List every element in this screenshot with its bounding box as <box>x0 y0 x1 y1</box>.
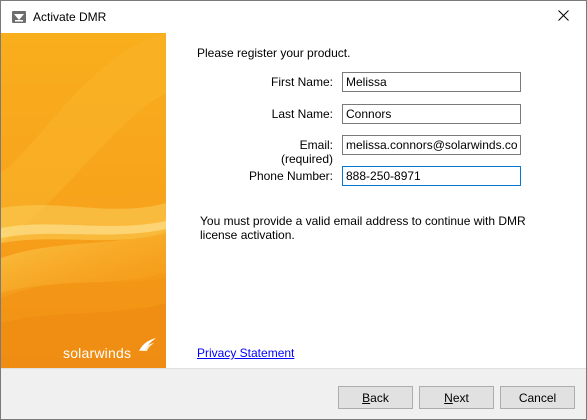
email-notice-text: You must provide a valid email address t… <box>200 214 526 242</box>
close-icon <box>557 9 569 24</box>
cancel-label: Cancel <box>518 390 557 405</box>
next-mnemonic: N <box>444 390 453 405</box>
app-icon <box>11 9 27 25</box>
button-bar: Back Next Cancel <box>1 368 586 419</box>
window-title: Activate DMR <box>33 10 107 24</box>
email-label: Email: <box>299 138 333 152</box>
brand-side-panel: solarwinds <box>1 33 166 368</box>
activate-dmr-dialog: Activate DMR solarwinds Please register … <box>0 0 587 420</box>
intro-text: Please register your product. <box>197 46 351 60</box>
back-mnemonic: B <box>362 390 371 405</box>
cancel-button[interactable]: Cancel <box>500 386 575 409</box>
first-name-field[interactable] <box>342 72 521 92</box>
first-name-label: First Name: <box>270 75 333 89</box>
back-button[interactable]: Back <box>338 386 413 409</box>
registration-form: Please register your product. First Name… <box>166 33 586 368</box>
email-field[interactable] <box>342 135 521 155</box>
next-label-rest: ext <box>452 390 469 405</box>
back-label-rest: ack <box>370 390 389 405</box>
next-button[interactable]: Next <box>419 386 494 409</box>
close-button[interactable] <box>540 1 586 32</box>
phone-number-field[interactable] <box>342 166 521 186</box>
last-name-label: Last Name: <box>271 107 333 121</box>
title-bar: Activate DMR <box>1 1 586 33</box>
phone-number-label: Phone Number: <box>248 169 333 183</box>
privacy-statement-link[interactable]: Privacy Statement <box>197 346 294 360</box>
last-name-field[interactable] <box>342 104 521 124</box>
orange-waves-graphic <box>1 33 166 368</box>
email-required-label: (required) <box>280 152 333 166</box>
solarwinds-logo-text: solarwinds <box>63 345 132 361</box>
